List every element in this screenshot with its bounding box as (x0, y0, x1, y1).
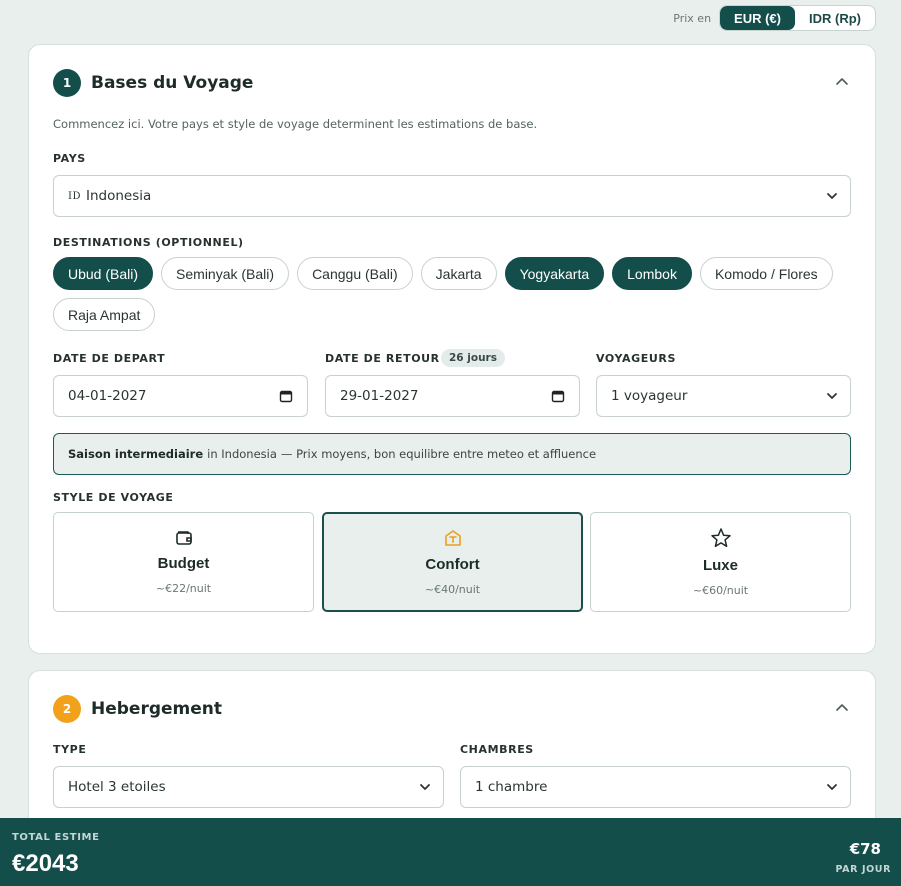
style-option-confort[interactable]: Confort ~€40/nuit (322, 512, 583, 612)
destination-chip[interactable]: Jakarta (420, 257, 497, 290)
depart-date-input[interactable]: 04-01-2027 (53, 375, 308, 417)
home-icon (444, 530, 461, 546)
return-date-label: DATE DE RETOUR (325, 352, 440, 365)
section-header[interactable]: 1 Bases du Voyage (53, 69, 253, 97)
chevron-down-icon (827, 393, 837, 399)
calendar-icon[interactable] (551, 389, 565, 403)
rooms-select[interactable]: 1 chambre (460, 766, 851, 808)
trip-duration-badge: 26 jours (441, 349, 505, 367)
chevron-up-icon[interactable] (835, 75, 849, 89)
section-title: Bases du Voyage (91, 73, 254, 93)
chevron-up-icon[interactable] (835, 701, 849, 715)
chevron-down-icon (827, 193, 837, 199)
destination-chips: Ubud (Bali) Seminyak (Bali) Canggu (Bali… (53, 257, 853, 331)
chevron-down-icon (827, 784, 837, 790)
destination-chip[interactable]: Ubud (Bali) (53, 257, 154, 290)
per-day-label: PAR JOUR (835, 864, 891, 875)
country-value: Indonesia (85, 188, 152, 204)
style-name: Budget (157, 555, 210, 572)
star-icon (710, 528, 731, 548)
season-country: in Indonesia (207, 447, 277, 461)
style-name: Luxe (702, 557, 738, 574)
country-select[interactable]: ID Indonesia (53, 175, 851, 217)
country-label: PAYS (53, 152, 86, 165)
total-label: TOTAL ESTIME (12, 832, 100, 843)
step-number-badge: 2 (53, 695, 81, 723)
travelers-label: VOYAGEURS (596, 352, 676, 365)
total-summary-bar: TOTAL ESTIME €2043 €78 PAR JOUR (0, 818, 901, 886)
section-intro: Commencez ici. Votre pays et style de vo… (53, 117, 538, 131)
travel-style-label: STYLE DE VOYAGE (53, 491, 174, 504)
destination-chip[interactable]: Komodo / Flores (699, 257, 833, 290)
per-day-value: €78 (849, 840, 881, 858)
destination-chip[interactable]: Canggu (Bali) (297, 257, 413, 290)
depart-date-value: 04-01-2027 (68, 388, 147, 404)
return-date-input[interactable]: 29-01-2027 (325, 375, 580, 417)
accommodation-type-select[interactable]: Hotel 3 etoiles (53, 766, 444, 808)
season-info-banner: Saison intermediaire in Indonesia — Prix… (53, 433, 851, 475)
destination-chip[interactable]: Raja Ampat (53, 298, 156, 331)
rooms-label: CHAMBRES (460, 743, 534, 756)
travelers-value: 1 voyageur (611, 388, 688, 404)
travelers-select[interactable]: 1 voyageur (596, 375, 851, 417)
country-code: ID (68, 190, 81, 202)
season-name: Saison intermediaire (68, 447, 204, 461)
total-value: €2043 (12, 850, 79, 877)
currency-idr-button[interactable]: IDR (Rp) (795, 6, 875, 30)
currency-label: Prix en (673, 11, 712, 25)
currency-eur-button[interactable]: EUR (€) (720, 6, 795, 30)
rooms-value: 1 chambre (475, 779, 548, 795)
chevron-down-icon (420, 784, 430, 790)
style-option-luxe[interactable]: Luxe ~€60/nuit (590, 512, 851, 612)
destination-chip[interactable]: Yogyakarta (504, 257, 605, 290)
calendar-icon[interactable] (279, 389, 293, 403)
style-price: ~€22/nuit (155, 582, 212, 595)
trip-basics-section: 1 Bases du Voyage Commencez ici. Votre p… (28, 44, 876, 654)
currency-switcher: Prix en EUR (€) IDR (Rp) (673, 5, 876, 31)
style-price: ~€40/nuit (424, 583, 481, 596)
step-number-badge: 1 (53, 69, 81, 97)
season-description: — Prix moyens, bon equilibre entre meteo… (280, 447, 597, 461)
section-header[interactable]: 2 Hebergement (53, 695, 222, 723)
accommodation-type-value: Hotel 3 etoiles (68, 779, 166, 795)
accommodation-type-label: TYPE (53, 743, 87, 756)
destinations-label: DESTINATIONS (OPTIONNEL) (53, 236, 244, 249)
wallet-icon (175, 531, 192, 545)
currency-toggle: EUR (€) IDR (Rp) (719, 5, 876, 31)
style-price: ~€60/nuit (692, 584, 749, 597)
destination-chip[interactable]: Seminyak (Bali) (161, 257, 290, 290)
return-date-value: 29-01-2027 (340, 388, 419, 404)
destination-chip[interactable]: Lombok (612, 257, 692, 290)
style-name: Confort (425, 556, 480, 573)
style-option-budget[interactable]: Budget ~€22/nuit (53, 512, 314, 612)
depart-date-label: DATE DE DEPART (53, 352, 166, 365)
section-title: Hebergement (91, 699, 223, 719)
